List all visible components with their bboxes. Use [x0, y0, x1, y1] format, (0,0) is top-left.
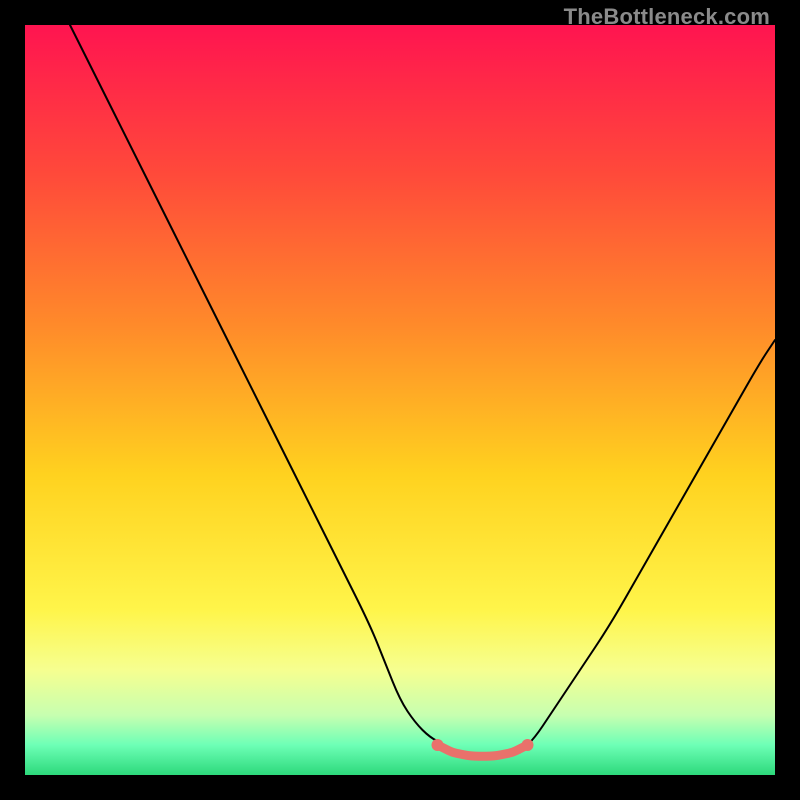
- chart-canvas: [25, 25, 775, 775]
- optimal-band-endpoint: [432, 739, 444, 751]
- watermark-text: TheBottleneck.com: [564, 4, 770, 30]
- optimal-band-endpoint: [522, 739, 534, 751]
- gradient-background: [25, 25, 775, 775]
- chart-frame: [25, 25, 775, 775]
